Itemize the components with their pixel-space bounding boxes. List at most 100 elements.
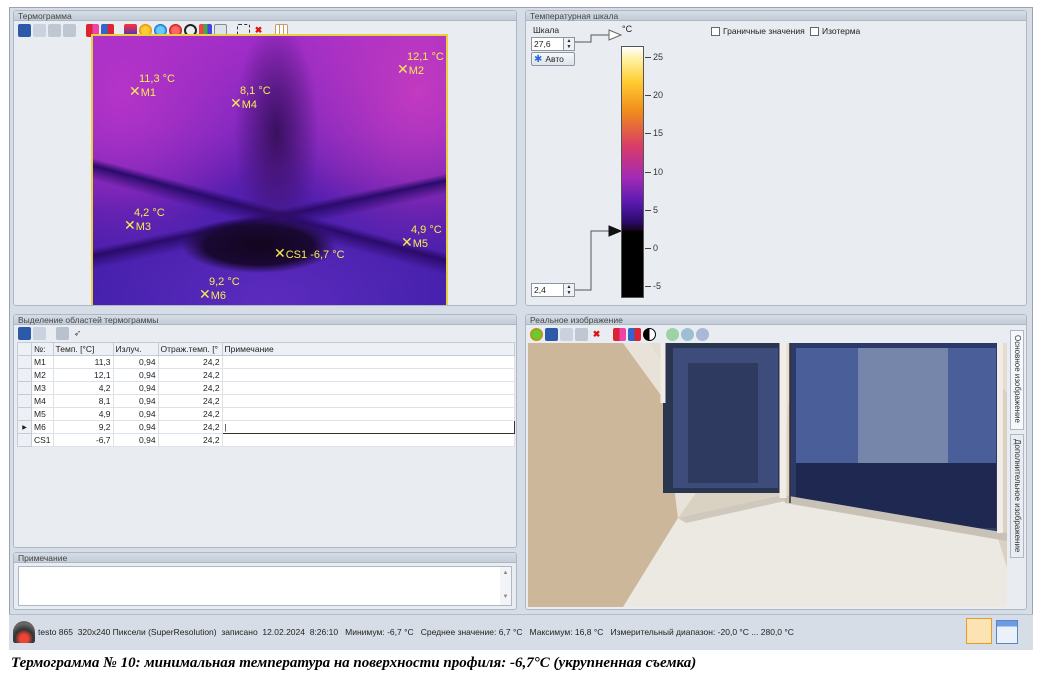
cell-temp[interactable]: 11,3 — [52, 355, 114, 369]
cell-emissivity[interactable]: 0,94 — [112, 420, 159, 434]
cell-emissivity[interactable]: 0,94 — [112, 433, 159, 447]
column-header-note[interactable]: Примечание — [221, 342, 516, 356]
marker-m6[interactable]: 9,2 °C ✕M6 — [199, 276, 240, 302]
thermogram-image[interactable]: 11,3 °C ✕M1 12,1 °C ✕M2 4,2 °C ✕M3 8,1 °… — [91, 34, 448, 305]
cell-reflected-temp[interactable]: 24,2 — [157, 433, 223, 447]
cell-reflected-temp[interactable]: 24,2 — [157, 381, 223, 395]
cell-id[interactable]: M5 — [31, 407, 54, 421]
window-layout-1-icon[interactable] — [966, 618, 992, 644]
cell-note[interactable] — [221, 355, 516, 369]
cell-temp[interactable]: -6,7 — [52, 433, 114, 447]
cell-emissivity[interactable]: 0,94 — [112, 355, 159, 369]
row-selector[interactable] — [17, 433, 32, 447]
current-row-arrow-icon[interactable]: ▶ — [17, 420, 32, 434]
note-textarea[interactable] — [18, 566, 512, 606]
marker-cs1[interactable]: ✕CS1 -6,7 °C — [274, 246, 345, 261]
column-header-id[interactable]: №: — [31, 342, 54, 356]
refresh-icon[interactable] — [530, 328, 543, 341]
table-row[interactable]: CS1 -6,7 0,94 24,2 — [17, 433, 516, 447]
save-icon[interactable] — [18, 327, 31, 340]
table-row-current[interactable]: ▶ M6 9,2 0,94 24,2 | — [17, 420, 516, 434]
cell-emissivity[interactable]: 0,94 — [112, 407, 159, 421]
cell-temp[interactable]: 4,9 — [52, 407, 114, 421]
row-selector[interactable] — [17, 355, 32, 369]
limit-values-checkbox[interactable]: Граничные значения — [711, 26, 805, 36]
tab-additional-image[interactable]: Дополнительное изображение — [1010, 434, 1024, 558]
cell-temp[interactable]: 12,1 — [52, 368, 114, 382]
tab-main-image[interactable]: Основное изображение — [1010, 330, 1024, 430]
cell-reflected-temp[interactable]: 24,2 — [157, 355, 223, 369]
marker-add-icon[interactable] — [613, 328, 626, 341]
spin-arrows-icon[interactable]: ▲ ▼ — [563, 38, 574, 50]
tick-mark — [645, 248, 651, 249]
table-row[interactable]: M4 8,1 0,94 24,2 — [17, 394, 516, 408]
marker-m1[interactable]: 11,3 °C ✕M1 — [129, 73, 175, 99]
zoom-in-icon[interactable] — [666, 328, 679, 341]
cell-id[interactable]: M1 — [31, 355, 54, 369]
cell-note[interactable] — [221, 433, 516, 447]
row-selector[interactable] — [17, 381, 32, 395]
cell-id[interactable]: M3 — [31, 381, 54, 395]
note-scrollbar[interactable]: ▲ ▼ — [500, 567, 511, 605]
checkbox-box[interactable] — [711, 26, 720, 36]
cell-note-editing[interactable]: | — [221, 420, 516, 434]
cell-id[interactable]: M4 — [31, 394, 54, 408]
marker-m4[interactable]: 8,1 °C ✕M4 — [230, 85, 271, 111]
table-row[interactable]: M2 12,1 0,94 24,2 — [17, 368, 516, 382]
column-header-emissivity[interactable]: Излуч. — [112, 342, 159, 356]
arrow-icon[interactable]: ➶ — [71, 327, 84, 340]
row-selector[interactable] — [17, 407, 32, 421]
save-icon[interactable] — [545, 328, 558, 341]
real-photo-image[interactable] — [528, 343, 1007, 607]
scale-min-input[interactable]: 2,4 ▲ ▼ — [531, 283, 575, 297]
column-header-reflected-temp[interactable]: Отраж.темп. [° — [157, 342, 223, 356]
delete-icon[interactable]: ✖ — [590, 328, 603, 341]
marker-m3[interactable]: 4,2 °C ✕M3 — [124, 207, 165, 233]
cell-reflected-temp[interactable]: 24,2 — [157, 420, 223, 434]
cell-temp[interactable]: 4,2 — [52, 381, 114, 395]
zoom-fit-icon[interactable] — [696, 328, 709, 341]
zoom-out-icon[interactable] — [681, 328, 694, 341]
cell-emissivity[interactable]: 0,94 — [112, 381, 159, 395]
cell-id[interactable]: CS1 — [31, 433, 54, 447]
column-header-temp[interactable]: Темп. [°C] — [52, 342, 114, 356]
export-icon[interactable] — [63, 24, 76, 37]
cell-temp[interactable]: 8,1 — [52, 394, 114, 408]
cell-id[interactable]: M2 — [31, 368, 54, 382]
isotherm-checkbox[interactable]: Изотерма — [810, 26, 860, 36]
areas-table: №: Темп. [°C] Излуч. Отраж.темп. [° Прим… — [17, 342, 516, 447]
cell-note[interactable] — [221, 368, 516, 382]
cell-note[interactable] — [221, 381, 516, 395]
cell-reflected-temp[interactable]: 24,2 — [157, 394, 223, 408]
auto-button[interactable]: ✱ Авто — [531, 52, 575, 66]
copy-icon[interactable] — [560, 328, 573, 341]
table-row[interactable]: M3 4,2 0,94 24,2 — [17, 381, 516, 395]
marker-m5[interactable]: 4,9 °C ✕M5 — [401, 224, 442, 250]
marker-m2[interactable]: 12,1 °C ✕M2 — [397, 51, 444, 77]
marker-remove-icon[interactable] — [628, 328, 641, 341]
cell-reflected-temp[interactable]: 24,2 — [157, 368, 223, 382]
cell-id[interactable]: M6 — [31, 420, 54, 434]
save-icon[interactable] — [18, 24, 31, 37]
note-panel: Примечание ▲ ▼ — [13, 552, 517, 610]
copy-icon[interactable] — [33, 24, 46, 37]
cell-note[interactable] — [221, 394, 516, 408]
cell-note[interactable] — [221, 407, 516, 421]
row-selector[interactable] — [17, 368, 32, 382]
tools-icon[interactable] — [56, 327, 69, 340]
paste-icon[interactable] — [48, 24, 61, 37]
scale-max-input[interactable]: 27,6 ▲ ▼ — [531, 37, 575, 51]
cell-emissivity[interactable]: 0,94 — [112, 368, 159, 382]
cell-reflected-temp[interactable]: 24,2 — [157, 407, 223, 421]
copy-icon[interactable] — [33, 327, 46, 340]
cell-temp[interactable]: 9,2 — [52, 420, 114, 434]
paste-icon[interactable] — [575, 328, 588, 341]
checkbox-box[interactable] — [810, 26, 819, 36]
spin-arrows-icon[interactable]: ▲ ▼ — [563, 284, 574, 296]
cell-emissivity[interactable]: 0,94 — [112, 394, 159, 408]
window-layout-2-icon[interactable] — [996, 620, 1018, 644]
table-row[interactable]: M1 11,3 0,94 24,2 — [17, 355, 516, 369]
row-selector[interactable] — [17, 394, 32, 408]
table-row[interactable]: M5 4,9 0,94 24,2 — [17, 407, 516, 421]
contrast-icon[interactable] — [643, 328, 656, 341]
